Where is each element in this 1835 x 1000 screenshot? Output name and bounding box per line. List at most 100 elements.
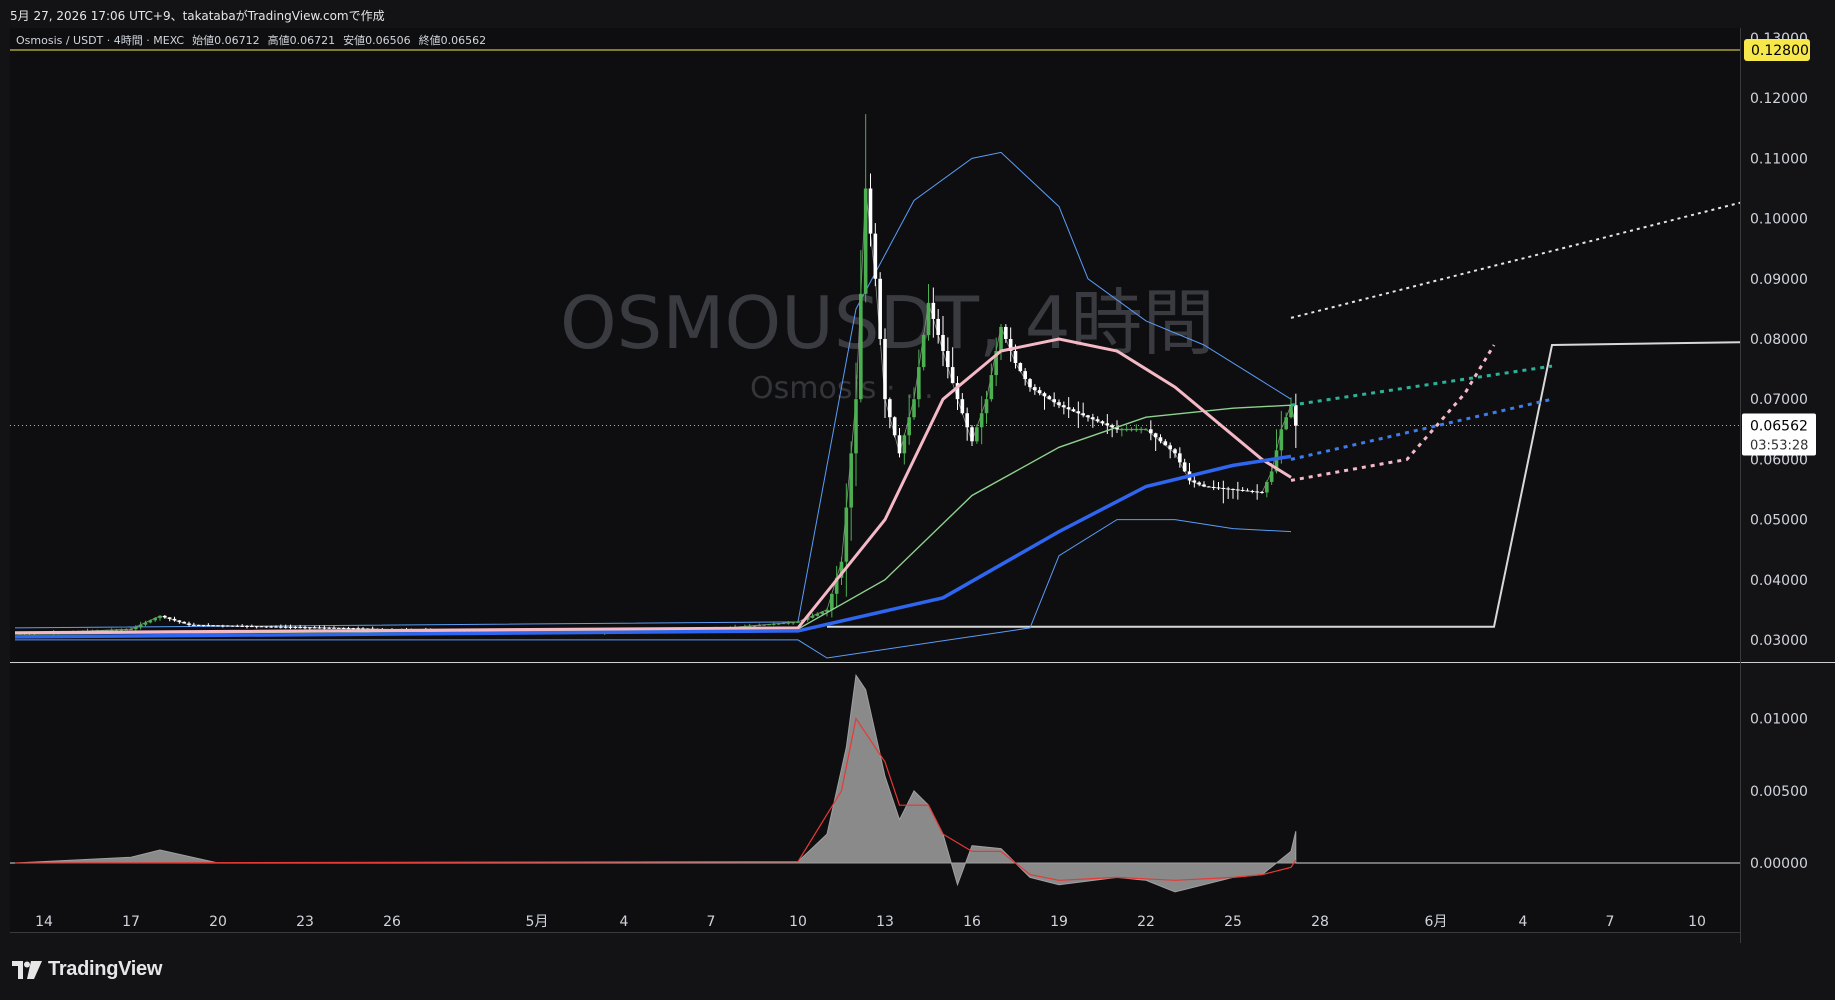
osc-tick-label: 0.01000 bbox=[1750, 712, 1808, 728]
candle-body bbox=[240, 625, 244, 627]
candle-body bbox=[312, 627, 317, 629]
candle-body bbox=[1255, 491, 1259, 493]
candle-body bbox=[883, 338, 887, 400]
candle-body bbox=[902, 435, 907, 454]
candle-body bbox=[960, 399, 965, 414]
candle-body bbox=[999, 326, 1003, 352]
candle-body bbox=[941, 334, 945, 352]
candle-body bbox=[1057, 402, 1061, 406]
legend-low-label: 安値 bbox=[343, 33, 365, 47]
candle-body bbox=[337, 627, 341, 629]
time-tick-label: 22 bbox=[1137, 914, 1155, 930]
candle-body bbox=[984, 399, 989, 414]
candle-body bbox=[1202, 484, 1206, 487]
candle-body bbox=[124, 629, 128, 631]
candle-body bbox=[776, 623, 781, 625]
candle-body bbox=[158, 615, 162, 619]
legend-open: 0.06712 bbox=[214, 34, 260, 47]
candle-body bbox=[1110, 425, 1114, 428]
candle-body bbox=[1173, 449, 1177, 454]
time-tick-label: 14 bbox=[35, 914, 53, 930]
candle-body bbox=[1294, 405, 1298, 426]
time-tick-label: 7 bbox=[707, 914, 716, 930]
candle-body bbox=[327, 627, 331, 629]
candle-body bbox=[274, 626, 278, 628]
candle-body bbox=[1182, 462, 1187, 472]
candle-body bbox=[1134, 429, 1139, 431]
candle-body bbox=[114, 629, 119, 631]
time-tick-label: 17 bbox=[122, 914, 140, 930]
candle-body bbox=[897, 435, 902, 454]
price-tick-label: 0.04000 bbox=[1750, 573, 1808, 589]
legend-low: 0.06506 bbox=[365, 34, 411, 47]
candle-body bbox=[1216, 487, 1221, 489]
candle-body bbox=[1100, 421, 1105, 424]
candle-body bbox=[815, 613, 820, 616]
candle-body bbox=[1028, 379, 1032, 388]
candle-body bbox=[254, 626, 259, 628]
candle-body bbox=[177, 620, 182, 622]
legend-close-label: 終値 bbox=[419, 33, 441, 47]
candle-body bbox=[1163, 441, 1168, 446]
candle-body bbox=[1105, 423, 1110, 426]
time-tick-label: 28 bbox=[1311, 914, 1329, 930]
chart-caption: 5月 27, 2026 17:06 UTC+9、takatabaがTrading… bbox=[10, 9, 385, 23]
time-tick-label: 5月 bbox=[526, 914, 549, 930]
watermark-exchange: Osmosis · ... bbox=[750, 371, 934, 406]
candle-body bbox=[868, 188, 873, 234]
candle-body bbox=[820, 611, 824, 614]
osc-tick-label: 0.00000 bbox=[1750, 856, 1808, 872]
tradingview-logo-icon bbox=[12, 960, 42, 979]
candle-body bbox=[201, 625, 206, 627]
time-tick-label: 6月 bbox=[1425, 914, 1448, 930]
candle-body bbox=[1211, 486, 1216, 488]
price-tick-label: 0.09000 bbox=[1750, 272, 1808, 288]
candle-body bbox=[196, 624, 201, 626]
candle-body bbox=[796, 621, 800, 623]
candle-body bbox=[1018, 363, 1023, 372]
candle-body bbox=[1289, 405, 1293, 418]
candle-body bbox=[791, 622, 795, 624]
candle-body bbox=[1197, 482, 1201, 485]
candle-body bbox=[148, 620, 153, 623]
candle-body bbox=[1158, 437, 1163, 442]
legend-symbol: Osmosis / USDT · 4時間 · MEXC bbox=[16, 34, 184, 47]
candle-body bbox=[211, 625, 215, 627]
chart-canvas[interactable]: OSMOUSDT, 4時間 Osmosis · ... Osmosis / US… bbox=[0, 28, 1835, 943]
candle-body bbox=[878, 278, 882, 339]
candle-body bbox=[1081, 413, 1085, 416]
candle-body bbox=[907, 417, 911, 436]
candle-body bbox=[1168, 445, 1172, 450]
candle-body bbox=[950, 367, 955, 384]
candle-body bbox=[863, 188, 868, 294]
candle-body bbox=[264, 626, 269, 628]
candle-body bbox=[1240, 489, 1245, 491]
candle-body bbox=[1284, 417, 1288, 430]
candle-body bbox=[1250, 490, 1255, 492]
candle-body bbox=[1236, 489, 1240, 491]
candle-body bbox=[1047, 396, 1052, 400]
legend-high: 0.06721 bbox=[290, 34, 336, 47]
time-tick-label: 23 bbox=[296, 914, 314, 930]
candle-body bbox=[873, 233, 878, 279]
candle-body bbox=[854, 399, 858, 454]
candle-body bbox=[298, 627, 302, 629]
candle-body bbox=[975, 427, 979, 442]
candle-body bbox=[129, 629, 133, 631]
chart-caption-bar: 5月 27, 2026 17:06 UTC+9、takatabaがTrading… bbox=[0, 0, 1835, 28]
time-tick-label: 25 bbox=[1224, 914, 1242, 930]
tradingview-logo[interactable]: TradingView bbox=[12, 958, 162, 981]
price-tick-label: 0.11000 bbox=[1750, 151, 1808, 167]
candle-body bbox=[134, 626, 138, 630]
candle-body bbox=[772, 623, 776, 625]
countdown-label: 03:53:28 bbox=[1750, 439, 1808, 454]
candle-body bbox=[1004, 326, 1008, 339]
price-tick-label: 0.12000 bbox=[1750, 91, 1808, 107]
legend-high-label: 高値 bbox=[268, 33, 290, 47]
candle-body bbox=[303, 627, 307, 629]
time-tick-label: 19 bbox=[1050, 914, 1068, 930]
candle-body bbox=[1091, 417, 1095, 420]
candle-body bbox=[1178, 453, 1182, 463]
candle-body bbox=[830, 593, 834, 610]
time-tick-label: 13 bbox=[876, 914, 894, 930]
